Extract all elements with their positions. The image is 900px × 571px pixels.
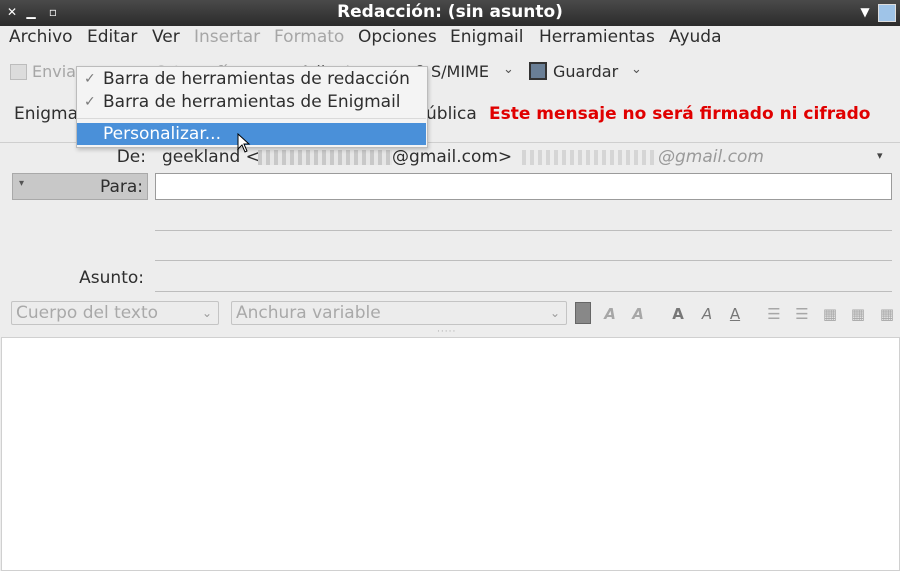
- send-button[interactable]: [8, 62, 28, 80]
- recipient-line-2[interactable]: [155, 230, 892, 231]
- smime-label: S/MIME: [431, 62, 489, 81]
- enigmail-label: Enigma: [14, 104, 79, 124]
- paragraph-format-select[interactable]: Cuerpo del texto ⌄: [11, 301, 219, 325]
- menu-formato[interactable]: Formato: [274, 27, 344, 49]
- smime-dropdown-icon[interactable]: ⌄: [503, 62, 514, 77]
- from-dropdown-icon[interactable]: ▾: [877, 149, 883, 162]
- menu-editar[interactable]: Editar: [87, 27, 137, 49]
- menu-item-label: Personalizar...: [103, 124, 221, 144]
- chevron-down-icon: ⌄: [549, 306, 560, 320]
- subject-label: Asunto:: [79, 268, 144, 288]
- menu-item-customize[interactable]: Personalizar...: [77, 123, 426, 145]
- menu-herramientas[interactable]: Herramientas: [539, 27, 655, 49]
- window-title: Redacción: (sin asunto): [337, 2, 563, 22]
- menu-item-compose-toolbar[interactable]: ✓ Barra de herramientas de redacción: [77, 68, 426, 90]
- save-button[interactable]: [529, 62, 549, 82]
- from-email: @gmail.com>: [392, 147, 513, 167]
- encryption-status: Este mensaje no será firmado ni cifrado: [489, 104, 871, 124]
- menu-archivo[interactable]: Archivo: [9, 27, 73, 49]
- font-value: Anchura variable: [236, 303, 381, 323]
- menu-opciones[interactable]: Opciones: [358, 27, 437, 49]
- font-select[interactable]: Anchura variable ⌄: [231, 301, 567, 325]
- text-color-icon[interactable]: [575, 302, 591, 324]
- public-key-label[interactable]: ública: [426, 104, 477, 124]
- menu-insertar[interactable]: Insertar: [194, 27, 260, 49]
- align-icon[interactable]: ▦: [878, 303, 896, 325]
- outdent-icon[interactable]: ▦: [819, 303, 841, 325]
- indent-icon[interactable]: ▦: [847, 303, 869, 325]
- underline-icon[interactable]: A: [724, 303, 746, 325]
- menu-item-enigmail-toolbar[interactable]: ✓ Barra de herramientas de Enigmail: [77, 91, 426, 113]
- from-extra: @gmail.com: [658, 147, 764, 167]
- to-field[interactable]: [155, 173, 892, 200]
- paragraph-format-value: Cuerpo del texto: [16, 303, 159, 323]
- recipient-line-3[interactable]: [155, 260, 892, 261]
- menu-item-label: Barra de herramientas de redacción: [103, 69, 410, 89]
- save-icon: [529, 62, 547, 80]
- numbered-list-icon[interactable]: ☰: [791, 303, 813, 325]
- font-larger-icon[interactable]: A: [627, 303, 649, 325]
- resize-grip-icon[interactable]: ·····: [437, 327, 456, 337]
- italic-icon[interactable]: A: [696, 303, 718, 325]
- redacted-email-blur: [258, 150, 392, 165]
- toolbar-context-menu: ✓ Barra de herramientas de redacción ✓ B…: [76, 66, 428, 148]
- save-label: Guardar: [553, 62, 619, 81]
- down-arrow-icon[interactable]: ▼: [857, 3, 873, 21]
- message-body[interactable]: [1, 337, 900, 571]
- menu-ayuda[interactable]: Ayuda: [669, 27, 722, 49]
- from-label: De:: [116, 147, 146, 167]
- bold-icon[interactable]: A: [667, 303, 689, 325]
- menu-item-label: Barra de herramientas de Enigmail: [103, 92, 401, 112]
- send-label: Enviar: [32, 62, 83, 81]
- subject-field[interactable]: [155, 291, 892, 292]
- send-icon: [10, 64, 27, 80]
- menu-enigmail[interactable]: Enigmail: [450, 27, 523, 49]
- recipient-type-select[interactable]: ▾ Para:: [12, 173, 148, 200]
- check-icon: ✓: [84, 71, 96, 87]
- menu-separator: [77, 118, 426, 119]
- recipient-type-label: Para:: [99, 177, 143, 197]
- recipient-type-arrow-icon: ▾: [19, 178, 25, 189]
- save-dropdown-icon[interactable]: ⌄: [631, 62, 642, 77]
- check-icon: ✓: [84, 94, 96, 110]
- chevron-down-icon: ⌄: [201, 306, 212, 320]
- redacted-extra-blur: [522, 150, 658, 165]
- menu-ver[interactable]: Ver: [152, 27, 180, 49]
- font-smaller-icon[interactable]: A: [599, 303, 621, 325]
- mouse-cursor-icon: [237, 133, 251, 153]
- title-bar: ✕ ▁ ▫ Redacción: (sin asunto) ▼: [0, 0, 900, 26]
- bulleted-list-icon[interactable]: ☰: [763, 303, 785, 325]
- window-icon: [878, 4, 896, 22]
